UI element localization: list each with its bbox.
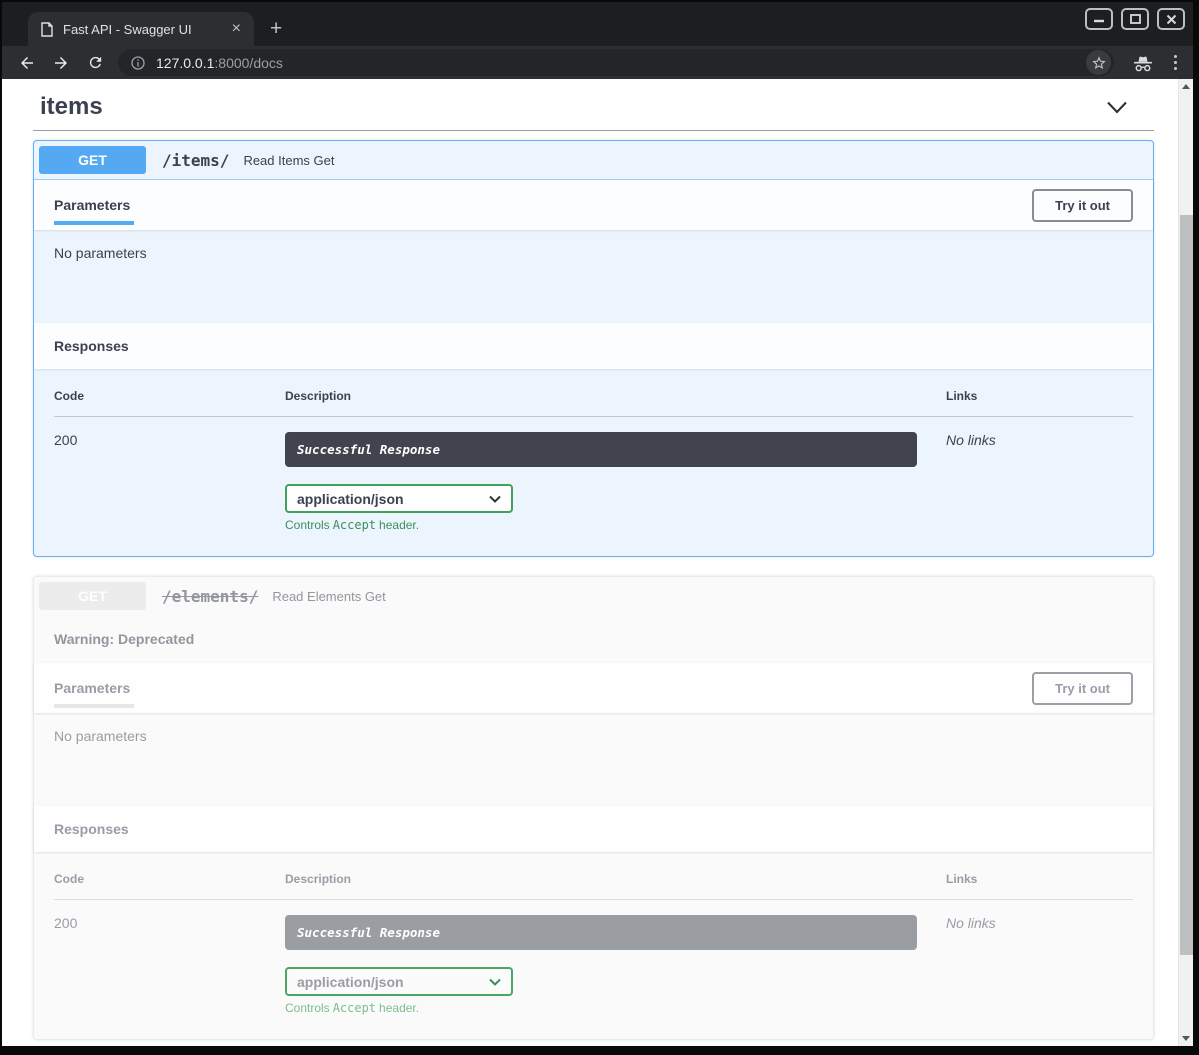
response-row: 200 Successful Response application/json… [54, 900, 1133, 1015]
method-badge: GET [39, 146, 146, 174]
responses-table-header: Code Description Links [54, 389, 1133, 417]
links-value: No links [946, 915, 996, 931]
try-it-out-button[interactable]: Try it out [1032, 672, 1133, 705]
scroll-down-button[interactable] [1179, 1031, 1193, 1046]
response-row: 200 Successful Response application/json… [54, 417, 1133, 532]
close-button[interactable] [1157, 8, 1185, 30]
responses-table-header: Code Description Links [54, 872, 1133, 900]
no-parameters-text: No parameters [54, 245, 147, 261]
scrollbar-thumb[interactable] [1180, 215, 1193, 955]
parameters-header: Parameters Try it out [34, 180, 1153, 230]
window-controls [1085, 8, 1185, 30]
opblock-get-items: GET /items/ Read Items Get Parameters Tr… [33, 140, 1154, 557]
browser-toolbar: 127.0.0.1:8000/docs [2, 46, 1193, 79]
method-badge: GET [39, 582, 146, 610]
media-type-select[interactable]: application/json [285, 484, 513, 513]
endpoint-path: /items/ [162, 151, 229, 170]
column-code: Code [54, 389, 285, 403]
deprecation-warning: Warning: Deprecated [34, 615, 1153, 663]
forward-icon [52, 54, 70, 72]
endpoint-summary: Read Items Get [243, 153, 334, 168]
browser-menu-button[interactable] [1166, 51, 1185, 74]
page-icon [40, 22, 54, 37]
chevron-down-icon[interactable] [1106, 101, 1128, 114]
back-button[interactable] [14, 50, 40, 76]
new-tab-button[interactable]: + [270, 19, 282, 39]
star-icon [1091, 55, 1107, 71]
opblock-get-elements: GET /elements/ Read Elements Get Warning… [33, 576, 1154, 1040]
parameters-body: No parameters [34, 713, 1153, 806]
no-parameters-text: No parameters [54, 728, 147, 744]
tab-parameters: Parameters [54, 197, 130, 213]
responses-title: Responses [54, 338, 129, 354]
maximize-button[interactable] [1121, 8, 1149, 30]
parameters-header: Parameters Try it out [34, 663, 1153, 713]
minimize-icon [1093, 14, 1105, 24]
media-type-select[interactable]: application/json [285, 967, 513, 996]
forward-button[interactable] [48, 50, 74, 76]
close-icon [1166, 14, 1177, 25]
opblock-get-items-summary[interactable]: GET /items/ Read Items Get [34, 141, 1153, 180]
scroll-up-icon [1182, 84, 1190, 89]
responses-header: Responses [34, 806, 1153, 852]
tag-title: items [40, 93, 103, 121]
reload-button[interactable] [82, 50, 108, 76]
minimize-button[interactable] [1085, 8, 1113, 30]
responses-body: Code Description Links 200 Successful Re… [34, 369, 1153, 556]
info-icon[interactable] [130, 55, 146, 71]
scroll-up-button[interactable] [1179, 79, 1193, 94]
browser-window: Fast API - Swagger UI × + 1 [0, 0, 1199, 1055]
try-it-out-button[interactable]: Try it out [1032, 189, 1133, 222]
endpoint-summary: Read Elements Get [272, 589, 385, 604]
browser-tab[interactable]: Fast API - Swagger UI × [28, 12, 254, 46]
response-description-text: Successful Response [297, 925, 440, 940]
tag-section-header[interactable]: items [33, 87, 1154, 131]
url-host: 127.0.0.1 [156, 55, 214, 71]
tab-title: Fast API - Swagger UI [63, 22, 229, 37]
swagger-page: items GET /items/ Read Items Get Paramet… [2, 79, 1193, 1046]
media-type-value: application/json [297, 974, 404, 990]
response-description-box: Successful Response [285, 432, 917, 467]
page-scrollbar[interactable] [1178, 79, 1193, 1046]
scroll-down-icon [1182, 1036, 1190, 1041]
controls-accept-note: ControlsAcceptheader. [285, 518, 946, 532]
url-text: 127.0.0.1:8000/docs [156, 55, 283, 71]
browser-titlebar: Fast API - Swagger UI × + [2, 2, 1193, 46]
parameters-body: No parameters [34, 230, 1153, 323]
incognito-icon [1132, 53, 1154, 73]
media-type-value: application/json [297, 491, 404, 507]
responses-title: Responses [54, 821, 129, 837]
column-code: Code [54, 872, 285, 886]
bookmark-button[interactable] [1086, 50, 1111, 75]
back-icon [18, 54, 36, 72]
swagger-content: items GET /items/ Read Items Get Paramet… [2, 79, 1193, 1046]
response-description-box: Successful Response [285, 915, 917, 950]
reload-icon [87, 54, 104, 71]
endpoint-path: /elements/ [162, 587, 258, 606]
response-description-text: Successful Response [297, 442, 440, 457]
response-code: 200 [54, 432, 285, 532]
opblock-get-elements-summary[interactable]: GET /elements/ Read Elements Get [34, 577, 1153, 615]
column-description: Description [285, 872, 946, 886]
select-chevron-icon [489, 978, 501, 986]
tab-parameters: Parameters [54, 680, 130, 696]
maximize-icon [1130, 14, 1141, 24]
address-bar[interactable]: 127.0.0.1:8000/docs [118, 49, 1114, 76]
links-value: No links [946, 432, 996, 448]
responses-body: Code Description Links 200 Successful Re… [34, 852, 1153, 1039]
response-code: 200 [54, 915, 285, 1015]
select-chevron-icon [489, 495, 501, 503]
column-description: Description [285, 389, 946, 403]
tab-close-icon[interactable]: × [229, 21, 244, 37]
column-links: Links [946, 872, 1133, 886]
responses-header: Responses [34, 323, 1153, 369]
url-path: :8000/docs [214, 55, 283, 71]
controls-accept-note: ControlsAcceptheader. [285, 1001, 946, 1015]
column-links: Links [946, 389, 1133, 403]
